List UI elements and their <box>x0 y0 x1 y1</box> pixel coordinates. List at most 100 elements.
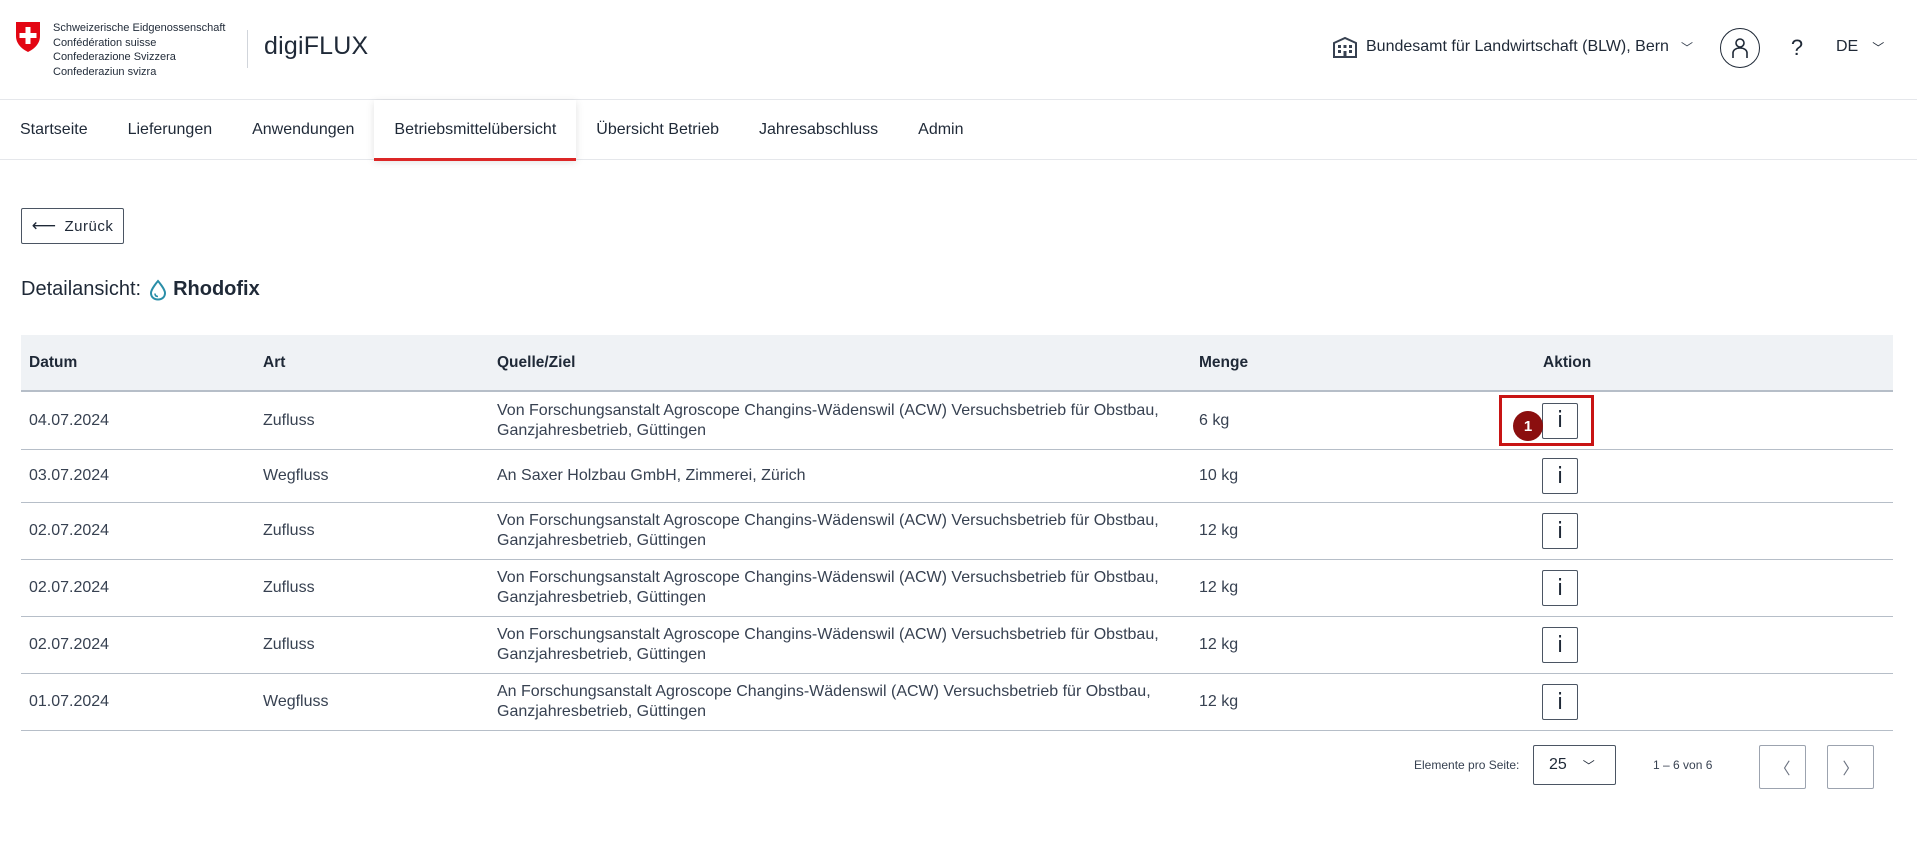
column-header-art: Art <box>263 353 286 371</box>
cell-datum: 03.07.2024 <box>29 467 110 484</box>
cell-art: Zufluss <box>263 411 315 429</box>
items-per-page-label: Elemente pro Seite: <box>1414 758 1520 772</box>
cell-quelle-line: Ganzjahresbetrieb, Güttingen <box>497 646 707 663</box>
cell-quelle-ziel: An Forschungsanstalt Agroscope Changins-… <box>489 682 1191 722</box>
cell-quelle-line: Ganzjahresbetrieb, Güttingen <box>497 703 707 720</box>
cell-quelle-line: Von Forschungsanstalt Agroscope Changins… <box>497 626 1159 643</box>
cell-quelle-line: Ganzjahresbetrieb, Güttingen <box>497 421 707 439</box>
gov-line-rm: Confederaziun svizra <box>53 65 157 78</box>
detail-label: Detailansicht: <box>21 278 142 300</box>
cell-quelle-line: An Saxer Holzbau GmbH, Zimmerei, Zürich <box>497 467 806 484</box>
language-label: DE <box>1836 38 1859 55</box>
annotation-step-badge: 1 <box>1513 411 1543 441</box>
info-button[interactable]: i <box>1542 570 1578 606</box>
government-names: Schweizerische Eidgenossenschaft Confédé… <box>53 21 225 79</box>
building-icon <box>1333 36 1357 58</box>
organisation-selector[interactable]: Bundesamt für Landwirtschaft (BLW), Bern… <box>1332 36 1693 58</box>
table-row: 02.07.2024 Zufluss Von Forschungsanstalt… <box>21 503 1893 560</box>
cell-datum: 02.07.2024 <box>29 579 110 596</box>
cell-menge: 12 kg <box>1199 636 1239 653</box>
previous-page-button[interactable]: 〈 <box>1759 745 1806 789</box>
info-button[interactable]: i <box>1542 684 1578 720</box>
nav-item-lieferungen[interactable]: Lieferungen <box>108 100 233 160</box>
movements-table: Datum Art Quelle/Ziel Menge Aktion 04.07… <box>21 335 1893 731</box>
droplet-icon <box>150 278 167 301</box>
cell-quelle-ziel: Von Forschungsanstalt Agroscope Changins… <box>489 625 1191 665</box>
cell-art: Zufluss <box>263 579 315 596</box>
chevron-down-icon: ﹀ <box>1872 40 1885 55</box>
cell-aktion: i <box>1541 570 1893 606</box>
next-page-button[interactable]: 〉 <box>1827 745 1874 789</box>
nav-item-anwendungen[interactable]: Anwendungen <box>232 100 374 160</box>
cell-menge: 12 kg <box>1199 522 1239 539</box>
back-button[interactable]: ⟵ Zurück <box>21 208 124 244</box>
language-selector[interactable]: DE ﹀ <box>1836 38 1884 56</box>
table-row: 02.07.2024 Zufluss Von Forschungsanstalt… <box>21 560 1893 617</box>
items-per-page-value: 25 <box>1549 756 1567 773</box>
cell-quelle-ziel: An Saxer Holzbau GmbH, Zimmerei, Zürich <box>489 466 1191 486</box>
table-row: 02.07.2024 Zufluss Von Forschungsanstalt… <box>21 617 1893 674</box>
main-navigation: Startseite Lieferungen Anwendungen Betri… <box>0 100 1917 161</box>
pagination: Elemente pro Seite: 25 ﹀ 1 – 6 von 6 〈 〉 <box>0 745 1917 789</box>
cell-aktion: i <box>1541 627 1893 663</box>
arrow-left-icon: ⟵ <box>31 216 57 235</box>
swiss-shield-icon <box>16 22 40 52</box>
nav-item-admin[interactable]: Admin <box>898 100 983 160</box>
header-divider <box>247 30 248 68</box>
cell-menge: 10 kg <box>1199 467 1239 484</box>
gov-line-fr: Confédération suisse <box>53 36 157 49</box>
cell-aktion: i <box>1541 513 1893 549</box>
info-button[interactable]: i <box>1542 458 1578 494</box>
table-row: 01.07.2024 Wegfluss An Forschungsanstalt… <box>21 674 1893 731</box>
cell-art: Wegfluss <box>263 693 329 710</box>
chevron-down-icon: ﹀ <box>1680 40 1693 55</box>
cell-quelle-line: Ganzjahresbetrieb, Güttingen <box>497 532 707 549</box>
app-header: Schweizerische Eidgenossenschaft Confédé… <box>0 0 1917 100</box>
cell-quelle-ziel: Von Forschungsanstalt Agroscope Changins… <box>489 568 1191 608</box>
cell-art: Zufluss <box>263 636 315 653</box>
items-per-page-select[interactable]: 25 ﹀ <box>1533 745 1616 785</box>
table-row: 04.07.2024 Zufluss Von Forschungsanstalt… <box>21 392 1893 450</box>
product-name: Rhodofix <box>173 278 260 300</box>
cell-art: Zufluss <box>263 522 315 539</box>
nav-item-startseite[interactable]: Startseite <box>0 100 108 160</box>
gov-line-de: Schweizerische Eidgenossenschaft <box>53 22 226 34</box>
column-header-quelle-ziel: Quelle/Ziel <box>497 353 576 371</box>
cell-menge: 6 kg <box>1199 411 1230 429</box>
column-header-menge: Menge <box>1199 353 1249 371</box>
cell-datum: 02.07.2024 <box>29 636 110 653</box>
cell-quelle-line: Ganzjahresbetrieb, Güttingen <box>497 589 707 606</box>
cell-quelle-line: An Forschungsanstalt Agroscope Changins-… <box>497 683 1151 700</box>
table-header: Datum Art Quelle/Ziel Menge Aktion <box>21 335 1893 392</box>
info-button[interactable]: i <box>1542 513 1578 549</box>
user-account-button[interactable] <box>1720 28 1760 68</box>
cell-art: Wegfluss <box>263 467 329 484</box>
cell-quelle-line: Von Forschungsanstalt Agroscope Changins… <box>497 512 1159 529</box>
organisation-label: Bundesamt für Landwirtschaft (BLW), Bern <box>1366 38 1669 55</box>
cell-datum: 01.07.2024 <box>29 693 110 710</box>
table-row: 03.07.2024 Wegfluss An Saxer Holzbau Gmb… <box>21 450 1893 503</box>
cell-quelle-ziel: Von Forschungsanstalt Agroscope Changins… <box>489 511 1191 551</box>
nav-item-betriebsmitteluebersicht[interactable]: Betriebsmittelübersicht <box>374 100 577 161</box>
chevron-down-icon: ﹀ <box>1582 758 1595 773</box>
cell-aktion: i <box>1541 684 1893 720</box>
pagination-range: 1 – 6 von 6 <box>1653 758 1713 772</box>
app-title[interactable]: digiFLUX <box>264 32 368 61</box>
column-header-datum: Datum <box>29 353 78 371</box>
page-title: Detailansicht: Rhodofix <box>21 278 260 301</box>
user-icon <box>1732 38 1748 58</box>
back-button-label: Zurück <box>64 217 114 235</box>
cell-menge: 12 kg <box>1199 693 1239 710</box>
nav-item-uebersicht-betrieb[interactable]: Übersicht Betrieb <box>576 100 739 160</box>
column-header-aktion-label: Aktion <box>1543 353 1592 371</box>
cell-quelle-line: Von Forschungsanstalt Agroscope Changins… <box>497 569 1159 586</box>
cell-menge: 12 kg <box>1199 579 1239 596</box>
help-button[interactable]: ? <box>1785 30 1809 66</box>
swiss-confederation-logo[interactable]: Schweizerische Eidgenossenschaft Confédé… <box>14 21 225 79</box>
cell-quelle-line: Von Forschungsanstalt Agroscope Changins… <box>497 401 1159 419</box>
nav-item-jahresabschluss[interactable]: Jahresabschluss <box>739 100 898 160</box>
cell-aktion: i <box>1541 458 1893 494</box>
info-button[interactable]: i <box>1542 627 1578 663</box>
column-header-aktion: Aktion <box>1541 354 1893 372</box>
cell-datum: 04.07.2024 <box>29 411 110 429</box>
